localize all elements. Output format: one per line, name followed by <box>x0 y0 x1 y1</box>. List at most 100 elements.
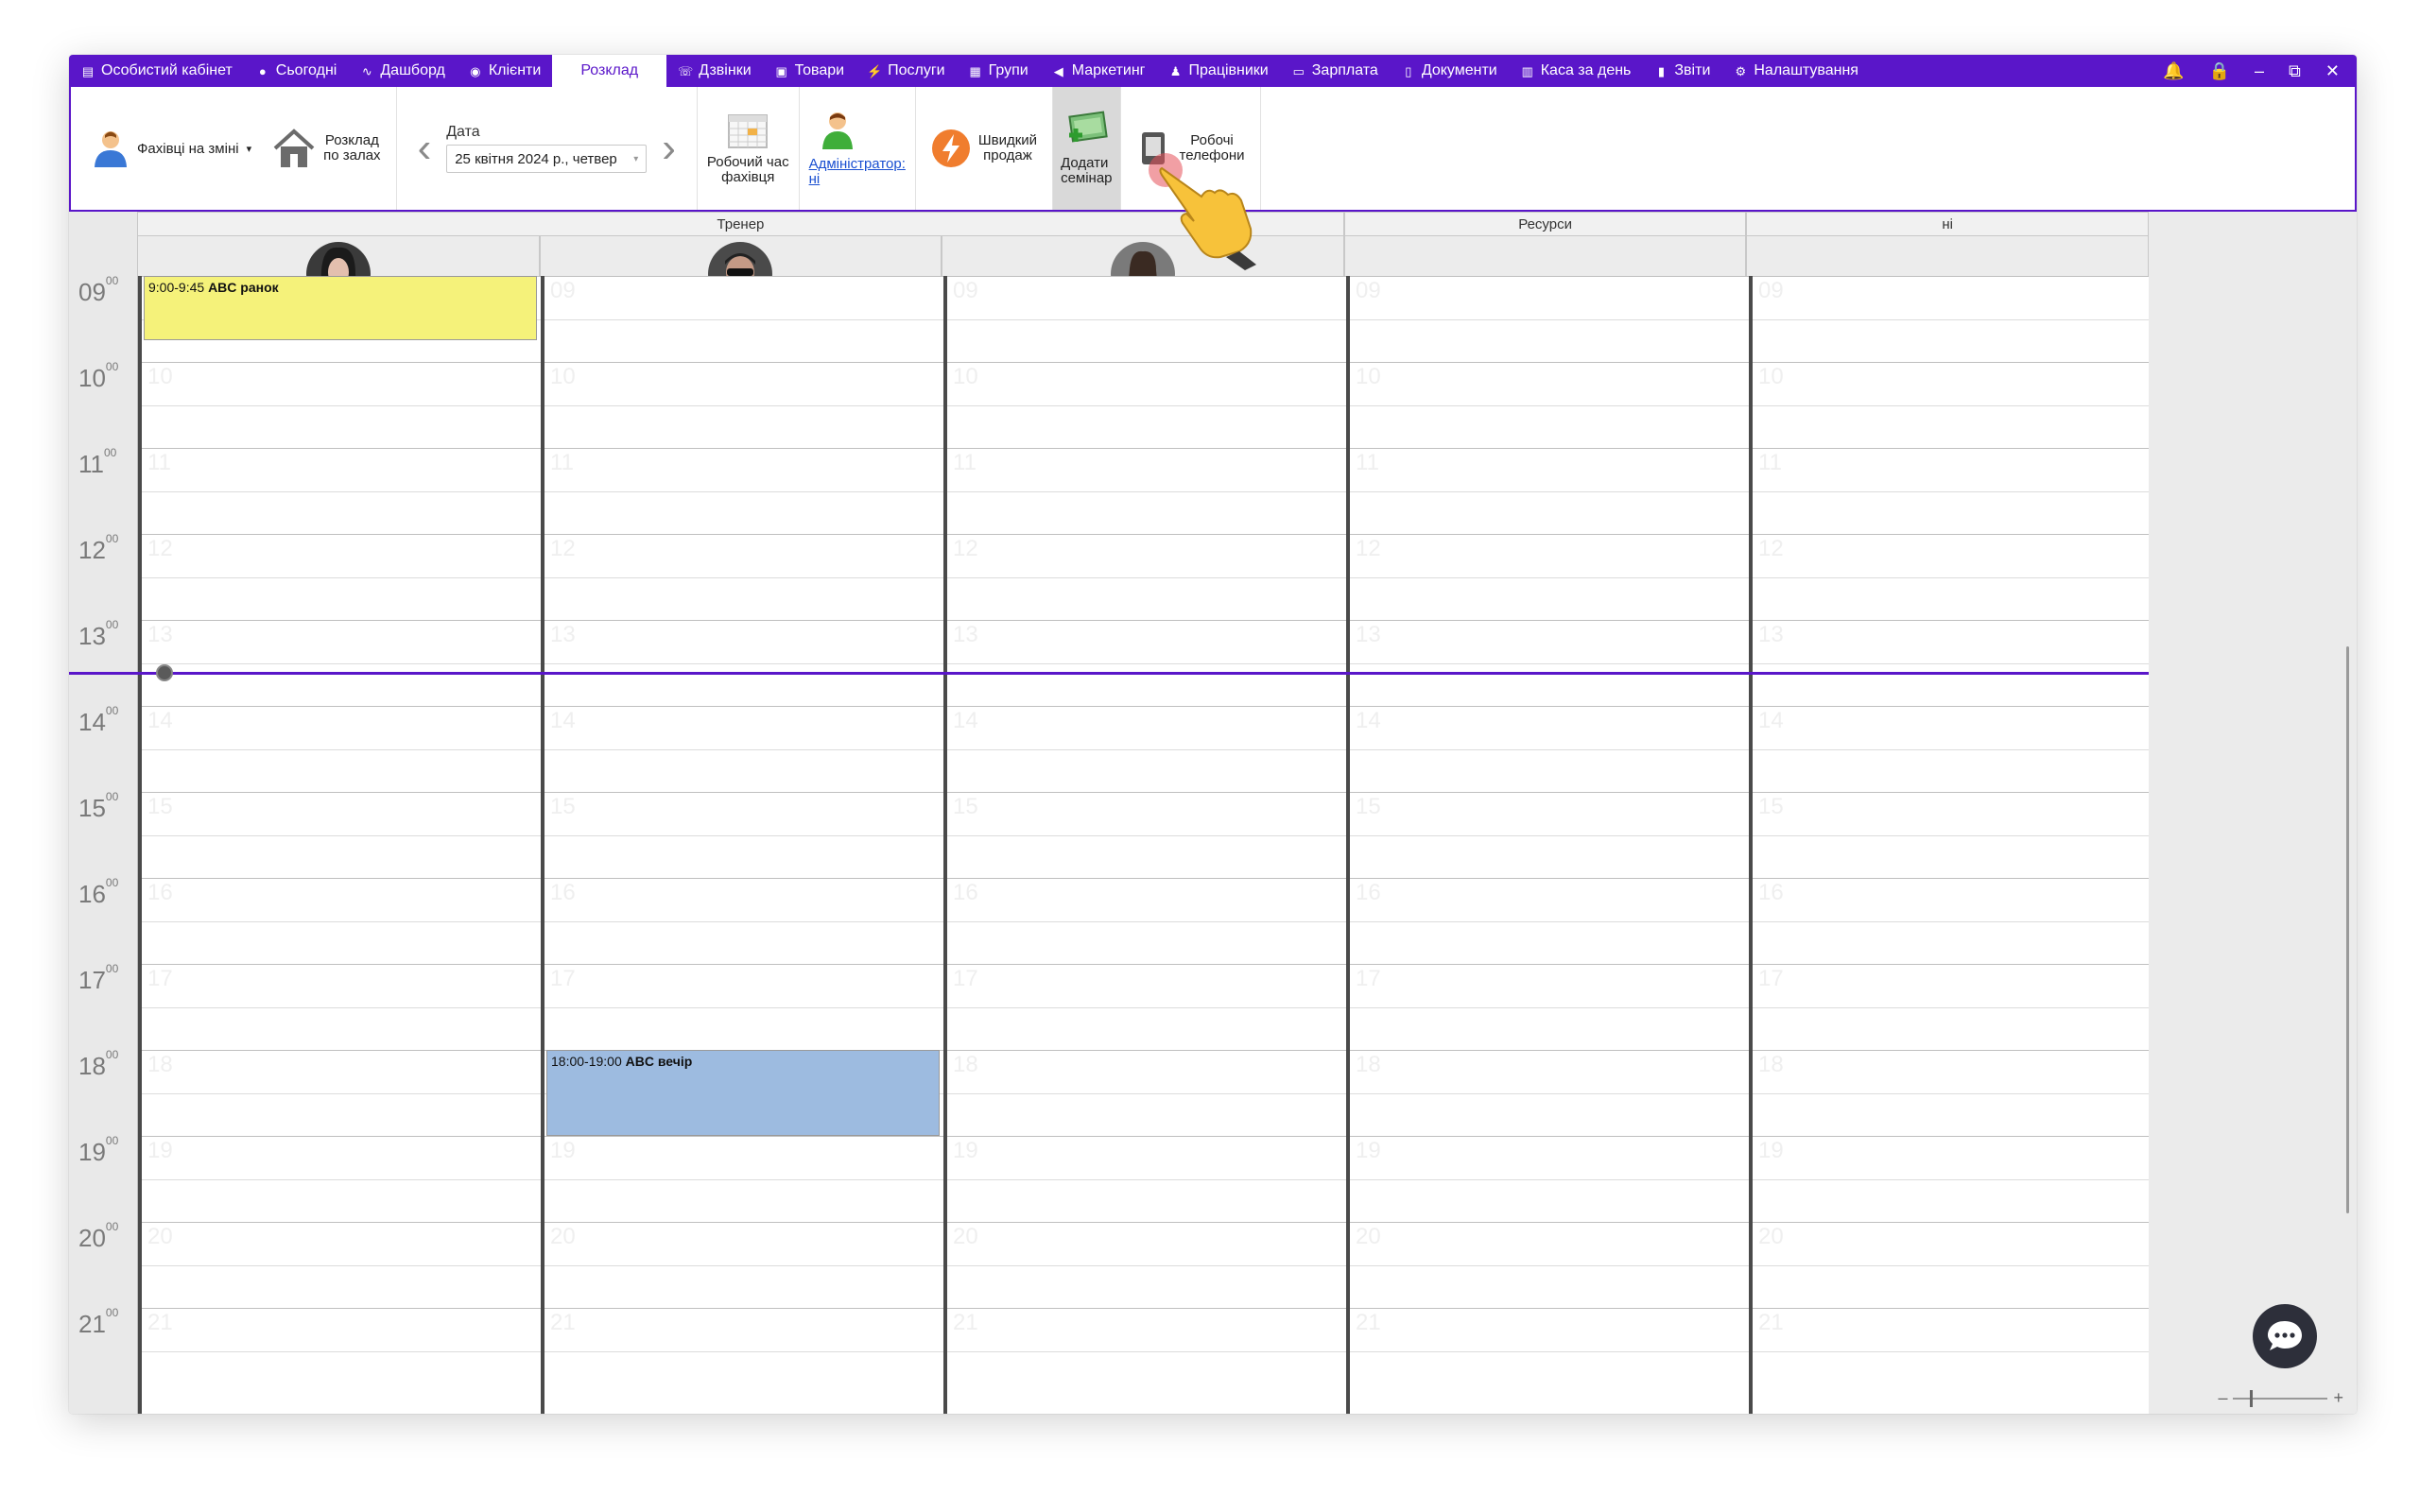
menu-item-label: Послуги <box>888 62 945 78</box>
menu-item-11[interactable]: ▭ Зарплата <box>1280 55 1390 87</box>
window-controls: 🔔 🔒 – ⧉ ✕ <box>2163 61 2357 81</box>
hour-minutes: 00 <box>104 446 117 459</box>
faint-hour-label: 15 <box>550 794 576 819</box>
chat-icon <box>2268 1321 2302 1350</box>
menu-item-label: Особистий кабінет <box>101 62 233 78</box>
schedule-event[interactable]: 9:00-9:45 ABC ранок <box>144 276 537 341</box>
close-icon[interactable]: ✕ <box>2325 61 2340 81</box>
menu-item-3[interactable]: ◉ Клієнти <box>457 55 552 87</box>
faint-hour-label: 16 <box>550 880 576 905</box>
zoom-in-button[interactable]: + <box>2333 1388 2343 1408</box>
menu-item-1[interactable]: ● Сьогодні <box>244 55 349 87</box>
zoom-out-button[interactable]: – <box>2218 1388 2227 1408</box>
menu-item-6[interactable]: ▣ Товари <box>763 55 856 87</box>
hour-value: 14 <box>78 708 106 736</box>
shift-specialists-dropdown[interactable]: Фахівці на зміні ▾ <box>86 128 257 169</box>
faint-hour-label: 20 <box>1356 1224 1381 1249</box>
calculator-icon: ▥ <box>1521 63 1533 78</box>
menu-item-4[interactable]: Розклад <box>552 55 667 87</box>
menu-item-10[interactable]: ♟ Працівники <box>1157 55 1280 87</box>
column-group-headers: Тренер Ресурси ні <box>137 212 2149 236</box>
zoom-slider-thumb[interactable] <box>2250 1389 2254 1407</box>
hour-value: 20 <box>78 1224 106 1252</box>
menu-item-label: Налаштування <box>1754 62 1858 78</box>
administrator-label: Адміністратор: <box>808 156 906 172</box>
menu-item-5[interactable]: ☏ Дзвінки <box>666 55 763 87</box>
hour-minutes: 00 <box>105 1220 119 1233</box>
bell-icon[interactable]: 🔔 <box>2163 61 2184 81</box>
faint-hour-label: 14 <box>1758 708 1784 733</box>
menu-item-13[interactable]: ▥ Каса за день <box>1509 55 1643 87</box>
grid-row-line <box>138 1264 2149 1266</box>
faint-hour-label: 14 <box>550 708 576 733</box>
administrator-toggle[interactable]: Адміністратор: ні <box>809 110 906 187</box>
faint-hour-label: 18 <box>1356 1052 1381 1077</box>
menu-item-label: Працівники <box>1188 62 1269 78</box>
menu-item-2[interactable]: ∿ Дашборд <box>348 55 457 87</box>
faint-hour-label: 19 <box>147 1138 173 1163</box>
faint-hour-label: 17 <box>1356 966 1381 991</box>
grid-row-line <box>138 620 2149 621</box>
lock-icon[interactable]: 🔒 <box>2209 61 2230 81</box>
menu-item-14[interactable]: ▮ Звіти <box>1642 55 1721 87</box>
schedule-event[interactable]: 18:00-19:00 ABC вечір <box>546 1050 940 1136</box>
hour-minutes: 00 <box>105 618 119 631</box>
document-icon: ▯ <box>1405 63 1412 78</box>
faint-hour-label: 11 <box>953 450 977 475</box>
administrator-icon <box>821 112 853 149</box>
menu-item-7[interactable]: ⚡ Послуги <box>856 55 957 87</box>
restore-icon[interactable]: ⧉ <box>2289 61 2301 81</box>
specialist-work-time-button[interactable]: Робочий час фахівця <box>707 112 789 185</box>
chat-button[interactable] <box>2253 1304 2317 1368</box>
hour-minutes: 00 <box>105 360 119 373</box>
menu-item-9[interactable]: ◀ Маркетинг <box>1040 55 1157 87</box>
faint-hour-label: 14 <box>1356 708 1381 733</box>
column-separator <box>541 276 544 1414</box>
menu-item-label: Дзвінки <box>699 62 752 78</box>
faint-hour-label: 16 <box>953 880 978 905</box>
next-date-button[interactable]: › <box>650 128 687 169</box>
hour-minutes: 00 <box>105 1048 119 1061</box>
grid-row-line <box>138 1350 2149 1352</box>
hour-value: 12 <box>78 536 106 564</box>
add-seminar-button[interactable]: Додати семінар <box>1061 111 1113 186</box>
hour-minutes: 00 <box>105 704 119 717</box>
menu-item-12[interactable]: ▯ Документи <box>1390 55 1509 87</box>
schedule-by-rooms-line1: Розклад <box>324 132 379 148</box>
schedule-grid[interactable]: 09 10 11 12 13 14 15 16 17 18 19 20 21 09 10 11 12 13 14 15… <box>137 276 2149 1414</box>
faint-hour-label: 09 <box>550 278 576 303</box>
minimize-icon[interactable]: – <box>2255 61 2264 81</box>
faint-hour-label: 15 <box>1356 794 1381 819</box>
zoom-slider[interactable] <box>2233 1389 2328 1407</box>
faint-hour-label: 20 <box>953 1224 978 1249</box>
schedule-by-rooms-button[interactable]: Розклад по залах <box>267 128 386 169</box>
faint-hour-label: 10 <box>147 364 173 389</box>
faint-hour-label: 12 <box>147 536 173 561</box>
menu-item-0[interactable]: ▤ Особистий кабінет <box>69 55 244 87</box>
menu-item-15[interactable]: ⚙ Налаштування <box>1721 55 1870 87</box>
menu-item-8[interactable]: ▦ Групи <box>957 55 1040 87</box>
quick-sale-button[interactable]: Швидкий продаж <box>925 129 1043 168</box>
grid-row-line <box>138 1050 2149 1051</box>
faint-hour-label: 12 <box>953 536 978 561</box>
shift-specialists-label: Фахівці на зміні <box>137 140 239 157</box>
grid-row-line <box>138 706 2149 707</box>
prev-date-button[interactable]: ‹ <box>406 128 443 169</box>
hour-value: 09 <box>78 278 106 306</box>
work-phones-button[interactable]: Робочі телефони <box>1131 129 1251 168</box>
hour-label: 1300 <box>78 618 118 651</box>
hour-label: 2000 <box>78 1220 118 1253</box>
faint-hour-label: 10 <box>1356 364 1381 389</box>
date-value: 25 квітня 2024 р., четвер <box>455 150 617 167</box>
menu-item-label: Розклад <box>580 62 639 78</box>
faint-hour-label: 12 <box>550 536 576 561</box>
hour-label: 0900 <box>78 274 118 307</box>
faint-hour-label: 11 <box>1356 450 1379 475</box>
hour-label: 1400 <box>78 704 118 737</box>
event-time: 9:00-9:45 <box>148 280 205 295</box>
hour-minutes: 00 <box>105 790 119 803</box>
vertical-scrollbar[interactable] <box>2346 646 2349 1213</box>
date-picker[interactable]: 25 квітня 2024 р., четвер ▾ <box>446 145 648 173</box>
add-seminar-line2: семінар <box>1061 170 1113 186</box>
calendar-area: 0900 1000 1100 1200 1300 1400 1500 1600 1700 1800… <box>69 212 2357 1414</box>
